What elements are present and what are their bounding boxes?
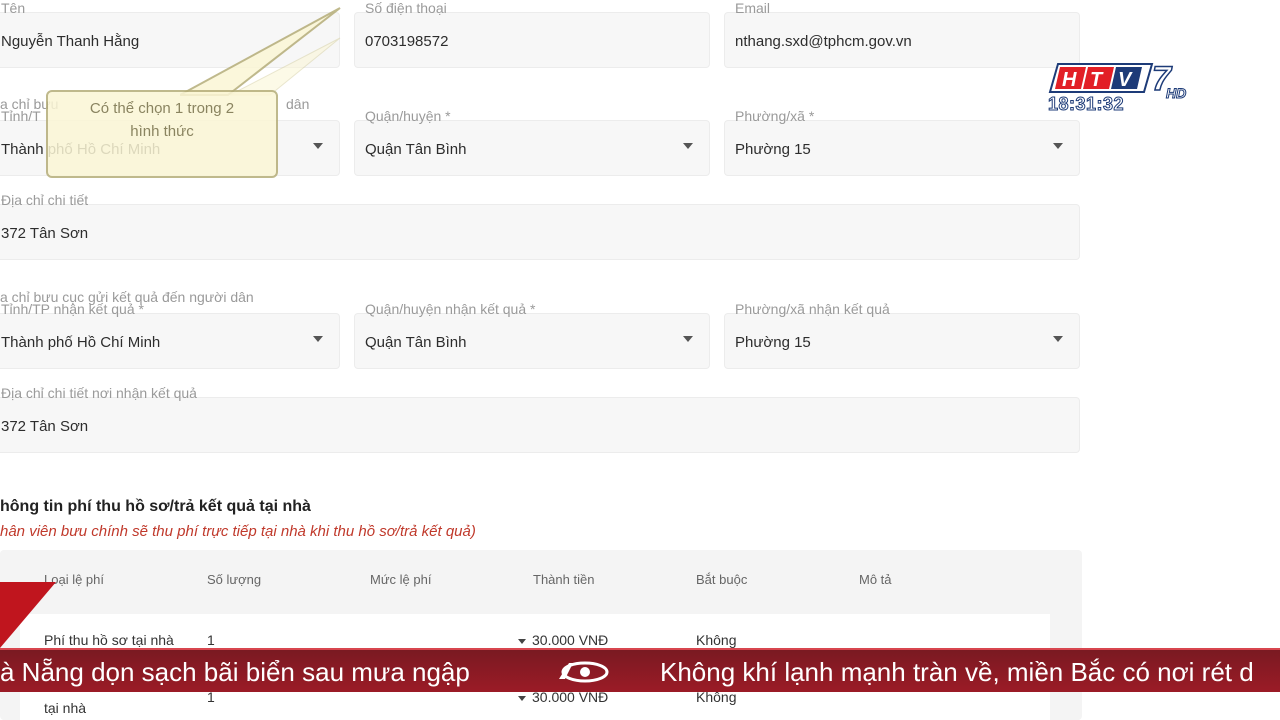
email-value: nthang.sxd@tphcm.gov.vn: [735, 33, 912, 50]
result-ward-select[interactable]: Phường/xã nhận kết quả Phường 15: [724, 301, 1080, 369]
district-value: Quận Tân Bình: [365, 141, 467, 158]
fee-section-title: hông tin phí thu hồ sơ/trả kết quả tại n…: [0, 498, 311, 515]
col-header-quantity: Số lượng: [207, 572, 262, 587]
broadcast-clock: 18:31:32: [1047, 94, 1125, 115]
svg-text:V: V: [1118, 69, 1133, 91]
svg-text:T: T: [1090, 69, 1104, 91]
svg-text:HD: HD: [1166, 85, 1186, 100]
callout-text-line1: Có thể chọn 1 trong 2: [89, 100, 235, 117]
chevron-down-icon: [313, 336, 323, 342]
district-select[interactable]: Quận/huyện * Quận Tân Bình: [354, 108, 710, 176]
result-district-select[interactable]: Quận/huyện nhận kết quả * Quận Tân Bình: [354, 301, 710, 369]
name-value: Nguyễn Thanh Hằng: [1, 33, 140, 50]
result-address-detail-value: 372 Tân Sơn: [1, 418, 89, 435]
callout-pointer: [180, 7, 341, 96]
result-address-detail-label: Địa chỉ chi tiết nơi nhận kết quả: [1, 385, 197, 401]
email-field[interactable]: Email nthang.sxd@tphcm.gov.vn: [724, 0, 1080, 68]
chevron-down-icon: [313, 143, 323, 149]
address-detail-field[interactable]: Địa chỉ chi tiết 372 Tân Sơn: [0, 192, 1080, 260]
chevron-down-icon: [683, 143, 693, 149]
result-province-select[interactable]: Tỉnh/TP nhận kết quả * Thành phố Hồ Chí …: [0, 301, 340, 369]
row1-total: 30.000 VNĐ: [518, 632, 608, 648]
row1-quantity: 1: [207, 632, 215, 648]
ticker-headline-left: à Nẵng dọn sạch bãi biển sau mưa ngập: [0, 657, 470, 687]
chevron-down-icon: [683, 336, 693, 342]
chevron-down-icon: [1053, 336, 1063, 342]
phone-field[interactable]: Số điện thoại 0703198572: [354, 0, 710, 68]
email-label: Email: [735, 0, 771, 16]
result-district-label: Quận/huyện nhận kết quả *: [365, 301, 536, 317]
phone-value: 0703198572: [365, 33, 449, 50]
svg-text:H: H: [1062, 69, 1077, 91]
row1-fee-type: Phí thu hồ sơ tại nhà: [44, 632, 174, 648]
address-detail-value: 372 Tân Sơn: [1, 225, 89, 242]
row1-total-value: 30.000 VNĐ: [532, 632, 609, 648]
ticker-headline-right: Không khí lạnh mạnh tràn về, miền Bắc có…: [660, 657, 1254, 687]
col-header-required: Bắt buộc: [696, 572, 748, 587]
row1-required: Không: [696, 632, 737, 648]
ward-value: Phường 15: [735, 141, 811, 158]
hint-callout: Có thể chọn 1 trong 2 hình thức: [46, 90, 278, 178]
col-header-fee-rate: Mức lệ phí: [370, 572, 432, 587]
caret-down-icon: [518, 638, 526, 644]
address-detail-label: Địa chỉ chi tiết: [1, 192, 89, 208]
col-header-total: Thành tiền: [533, 572, 595, 587]
result-province-label: Tỉnh/TP nhận kết quả *: [1, 301, 144, 317]
news-ticker: à Nẵng dọn sạch bãi biển sau mưa ngập Kh…: [0, 648, 1280, 692]
result-address-detail-field[interactable]: Địa chỉ chi tiết nơi nhận kết quả 372 Tâ…: [0, 385, 1080, 453]
fee-section-note: hân viên bưu chính sẽ thu phí trực tiếp …: [0, 523, 476, 540]
name-label: Tên: [1, 0, 26, 16]
col-header-description: Mô tả: [859, 572, 892, 587]
result-province-value: Thành phố Hồ Chí Minh: [1, 334, 161, 351]
district-label: Quận/huyện *: [365, 108, 451, 124]
row2-fee-type: tại nhà: [44, 700, 87, 716]
ward-select[interactable]: Phường/xã * Phường 15: [724, 108, 1080, 176]
caret-down-icon: [518, 695, 526, 701]
result-district-value: Quận Tân Bình: [365, 334, 467, 351]
htv-ticker-logo-icon: [559, 661, 609, 683]
result-ward-value: Phường 15: [735, 334, 811, 351]
phone-label: Số điện thoại: [365, 0, 447, 16]
result-ward-label: Phường/xã nhận kết quả: [735, 301, 890, 317]
broadcast-corner-graphic: [0, 582, 56, 648]
htv7-channel-logo: H T V 7 HD 18:31:32: [1047, 60, 1198, 116]
callout-text-line2: hình thức: [130, 123, 194, 140]
province-label: Tỉnh/T: [1, 108, 41, 124]
chevron-down-icon: [1053, 143, 1063, 149]
ward-label: Phường/xã *: [735, 108, 815, 124]
